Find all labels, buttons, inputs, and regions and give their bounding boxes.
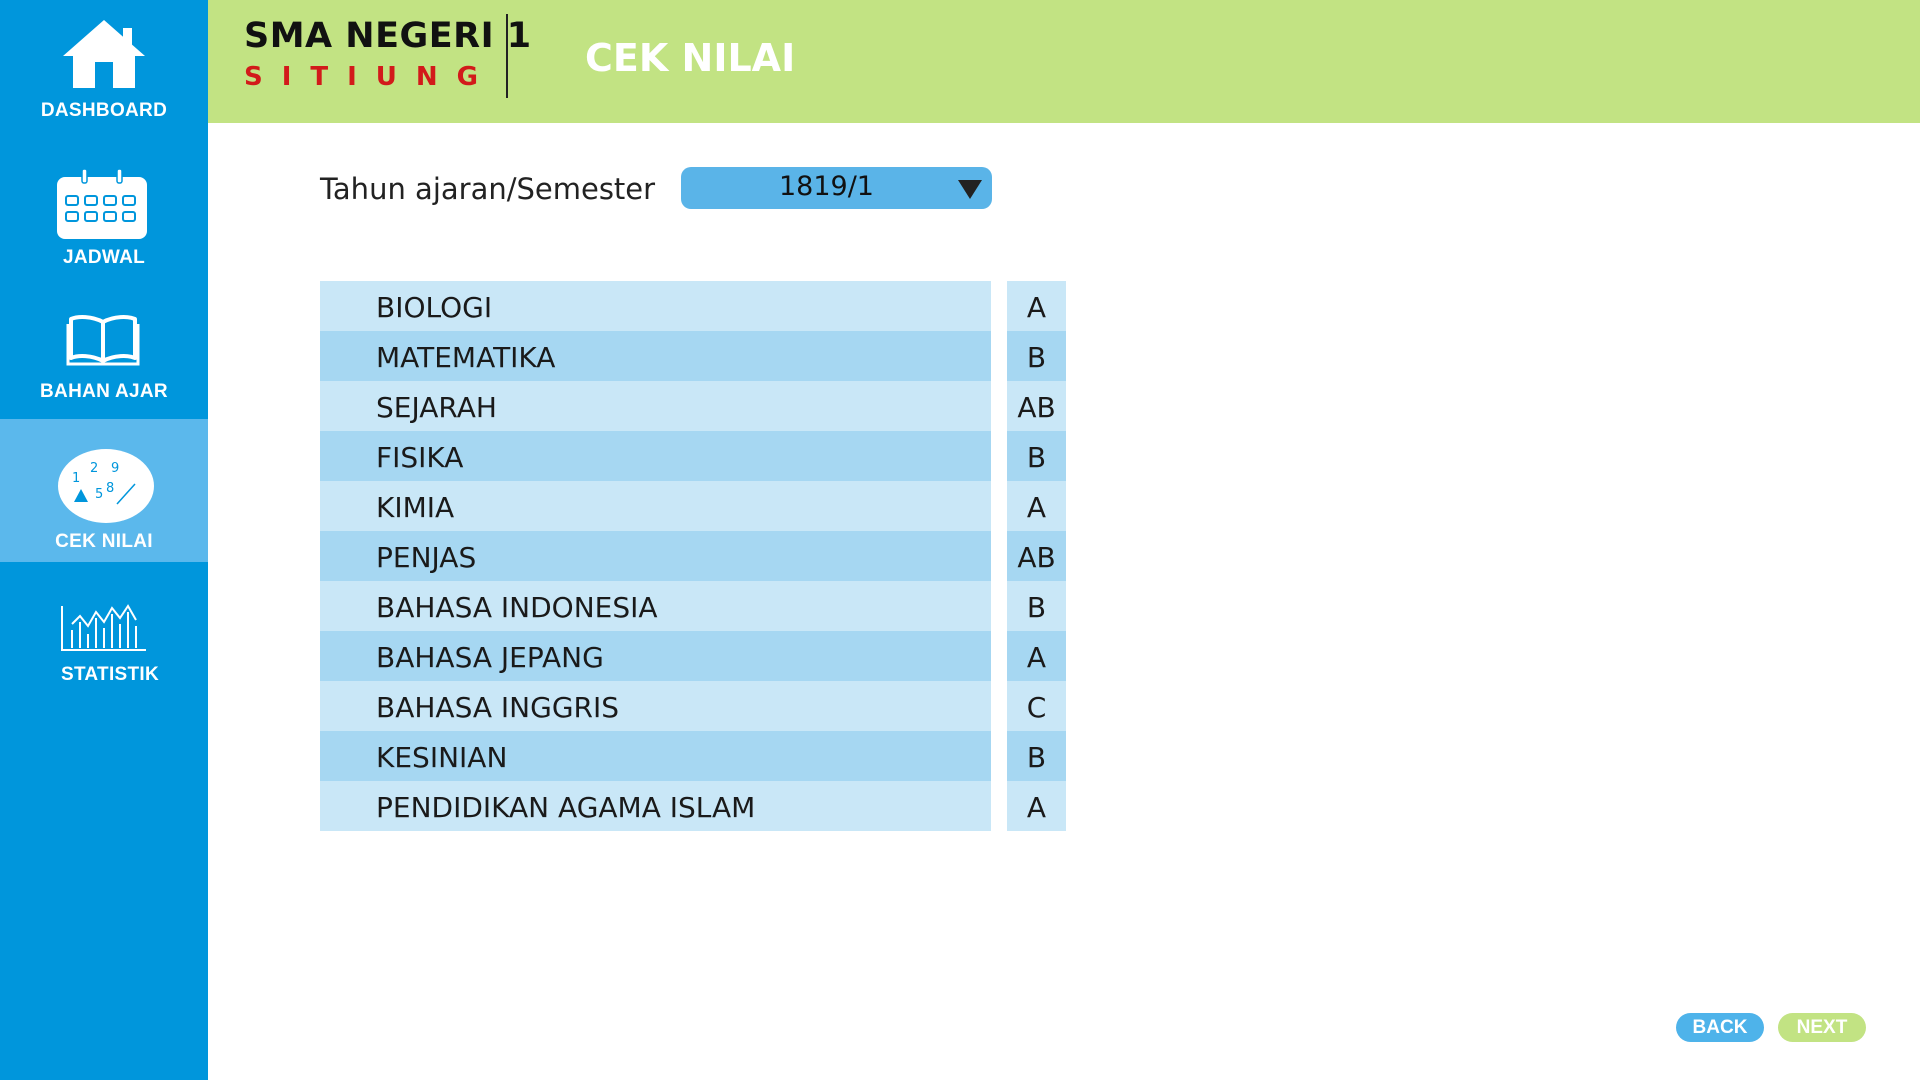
book-icon [66, 315, 140, 366]
subject-name: MATEMATIKA [376, 341, 556, 374]
grade-cell: AB [1007, 531, 1066, 581]
subject-name: PENJAS [376, 541, 477, 574]
subject-cell: BAHASA INGGRIS [320, 681, 991, 731]
subject-cell: BAHASA INDONESIA [320, 581, 991, 631]
subject-cell: BAHASA JEPANG [320, 631, 991, 681]
grade-cell: B [1007, 331, 1066, 381]
calendar-icon [57, 168, 147, 239]
next-button[interactable]: NEXT [1778, 1013, 1866, 1042]
table-row: FISIKA B [320, 431, 1066, 481]
table-row: BAHASA JEPANG A [320, 631, 1066, 681]
sidebar-item-label: STATISTIK [60, 664, 160, 685]
header-divider [506, 14, 508, 98]
subject-name: BAHASA INDONESIA [376, 591, 658, 624]
page-title: CEK NILAI [585, 36, 796, 80]
grade-value: B [1026, 741, 1047, 774]
table-row: MATEMATIKA B [320, 331, 1066, 381]
subject-name: BAHASA JEPANG [376, 641, 604, 674]
table-row: PENJAS AB [320, 531, 1066, 581]
subject-name: KIMIA [376, 491, 455, 524]
grade-cell: C [1007, 681, 1066, 731]
school-city: SITIUNG [244, 62, 498, 92]
table-row: BIOLOGI A [320, 281, 1066, 331]
subject-cell: MATEMATIKA [320, 331, 991, 381]
table-row: SEJARAH AB [320, 381, 1066, 431]
subject-cell: PENJAS [320, 531, 991, 581]
sidebar-item-label: BAHAN AJAR [40, 381, 168, 402]
back-button[interactable]: BACK [1676, 1013, 1764, 1042]
subject-cell: SEJARAH [320, 381, 991, 431]
sidebar: DASHBOARD JADWAL BAHAN AJAR 1 2 9 5 8 CE… [0, 0, 208, 1080]
subject-name: KESINIAN [376, 741, 508, 774]
subject-cell: PENDIDIKAN AGAMA ISLAM [320, 781, 991, 831]
grade-cell: AB [1007, 381, 1066, 431]
table-row: PENDIDIKAN AGAMA ISLAM A [320, 781, 1066, 831]
semester-label: Tahun ajaran/Semester [320, 172, 656, 206]
subject-cell: BIOLOGI [320, 281, 991, 331]
subject-name: BIOLOGI [376, 291, 493, 324]
svg-text:5: 5 [95, 487, 103, 502]
caret-down-icon [958, 180, 982, 199]
sidebar-item-label: CEK NILAI [55, 531, 153, 552]
table-row: BAHASA INDONESIA B [320, 581, 1066, 631]
grade-value: A [1026, 791, 1047, 824]
grade-value: C [1026, 691, 1047, 724]
table-row: BAHASA INGGRIS C [320, 681, 1066, 731]
grade-cell: A [1007, 281, 1066, 331]
svg-text:2: 2 [90, 461, 98, 476]
grade-cell: A [1007, 481, 1066, 531]
grade-cell: B [1007, 731, 1066, 781]
grade-cell: B [1007, 431, 1066, 481]
svg-text:1: 1 [72, 471, 80, 486]
grade-value: B [1026, 591, 1047, 624]
svg-text:9: 9 [111, 461, 119, 476]
subject-cell: FISIKA [320, 431, 991, 481]
header: SMA NEGERI 1 SITIUNG CEK NILAI [208, 0, 1920, 123]
sidebar-item-label: DASHBOARD [40, 100, 168, 121]
numbers-icon: 1 2 9 5 8 [58, 449, 154, 523]
grade-value: A [1026, 291, 1047, 324]
subject-name: SEJARAH [376, 391, 497, 424]
semester-dropdown[interactable]: 1819/1 [681, 167, 992, 209]
subject-name: FISIKA [376, 441, 464, 474]
grade-value: A [1026, 491, 1047, 524]
grade-cell: A [1007, 781, 1066, 831]
subject-name: PENDIDIKAN AGAMA ISLAM [376, 791, 756, 824]
semester-value: 1819/1 [779, 171, 874, 202]
grade-value: AB [1017, 541, 1056, 574]
grade-cell: A [1007, 631, 1066, 681]
home-icon [63, 20, 145, 88]
sidebar-item-label: JADWAL [62, 247, 146, 268]
sidebar-item-bahan-ajar[interactable]: BAHAN AJAR [0, 300, 208, 410]
sidebar-item-dashboard[interactable]: DASHBOARD [0, 0, 208, 140]
school-name: SMA NEGERI 1 [244, 16, 532, 56]
subject-cell: KESINIAN [320, 731, 991, 781]
grade-value: B [1026, 341, 1047, 374]
subject-name: BAHASA INGGRIS [376, 691, 620, 724]
subject-cell: KIMIA [320, 481, 991, 531]
sidebar-item-cek-nilai[interactable]: 1 2 9 5 8 CEK NILAI [0, 419, 208, 562]
sidebar-item-jadwal[interactable]: JADWAL [0, 160, 208, 280]
grade-cell: B [1007, 581, 1066, 631]
table-row: KIMIA A [320, 481, 1066, 531]
grade-value: B [1026, 441, 1047, 474]
svg-text:8: 8 [106, 481, 114, 496]
grade-value: AB [1017, 391, 1056, 424]
bar-chart-icon [61, 604, 146, 651]
table-row: KESINIAN B [320, 731, 1066, 781]
sidebar-item-statistik[interactable]: STATISTIK [0, 590, 208, 690]
grade-value: A [1026, 641, 1047, 674]
